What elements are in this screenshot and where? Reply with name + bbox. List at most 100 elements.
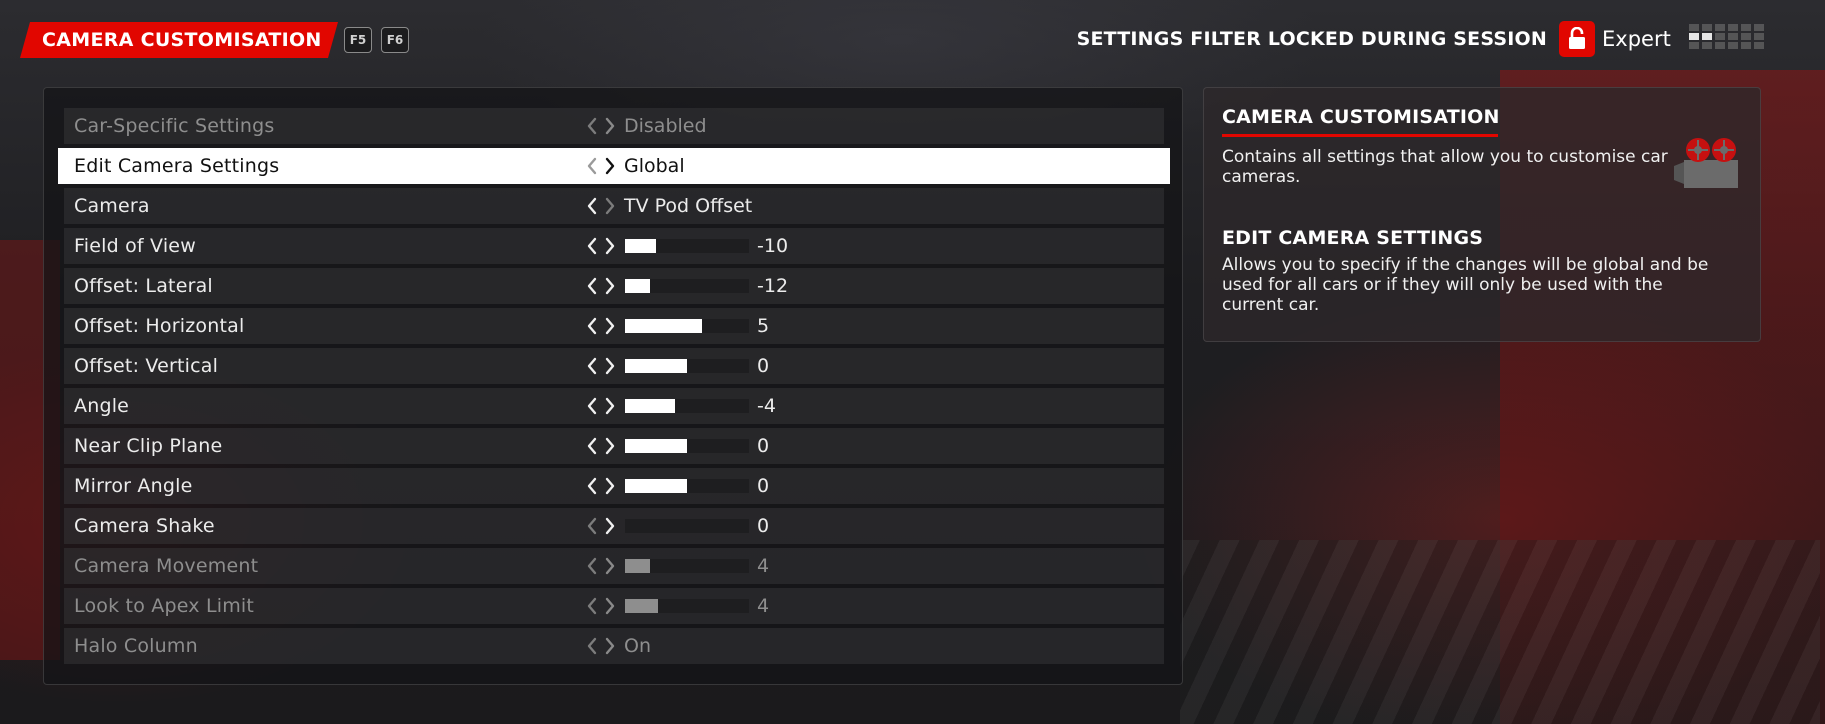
value-stepper[interactable]: [584, 555, 618, 577]
value-stepper[interactable]: [584, 315, 618, 337]
chevron-right-icon[interactable]: [602, 155, 618, 177]
background-car-body: [1180, 540, 1820, 724]
f6-key-hint[interactable]: F6: [381, 27, 409, 53]
setting-value: TV Pod Offset: [624, 195, 753, 217]
value-stepper[interactable]: [584, 115, 618, 137]
setting-row-halo-column[interactable]: Halo Column On: [64, 628, 1164, 664]
chevron-right-icon[interactable]: [602, 635, 618, 657]
camera-icon: [1674, 138, 1738, 188]
value-stepper[interactable]: [584, 355, 618, 377]
slider-track[interactable]: [625, 359, 749, 373]
value-stepper[interactable]: [584, 195, 618, 217]
chevron-left-icon[interactable]: [584, 235, 600, 257]
setting-value: -12: [757, 275, 789, 297]
chevron-left-icon[interactable]: [584, 155, 600, 177]
setting-value: 0: [757, 355, 770, 377]
chevron-left-icon[interactable]: [584, 515, 600, 537]
slider-track[interactable]: [625, 399, 749, 413]
chevron-left-icon[interactable]: [584, 115, 600, 137]
chevron-right-icon[interactable]: [602, 235, 618, 257]
setting-row-offset-horizontal[interactable]: Offset: Horizontal 5: [64, 308, 1164, 344]
chevron-left-icon[interactable]: [584, 635, 600, 657]
setting-value: -10: [757, 235, 789, 257]
page-title: CAMERA CUSTOMISATION: [20, 22, 338, 58]
slider-track[interactable]: [625, 239, 749, 253]
chevron-right-icon[interactable]: [602, 275, 618, 297]
slider-track[interactable]: [625, 599, 749, 613]
chevron-right-icon[interactable]: [602, 355, 618, 377]
slider-fill: [625, 319, 702, 333]
setting-value: 0: [757, 515, 770, 537]
setting-value: 4: [757, 595, 770, 617]
setting-row-look-to-apex-limit[interactable]: Look to Apex Limit 4: [64, 588, 1164, 624]
setting-label: Look to Apex Limit: [74, 595, 255, 617]
setting-row-camera[interactable]: Camera TV Pod Offset: [64, 188, 1164, 224]
setting-row-field-of-view[interactable]: Field of View -10: [64, 228, 1164, 264]
setting-value: 5: [757, 315, 770, 337]
chevron-right-icon[interactable]: [602, 315, 618, 337]
slider-fill: [625, 399, 675, 413]
value-stepper[interactable]: [584, 435, 618, 457]
chevron-right-icon[interactable]: [602, 515, 618, 537]
chevron-right-icon[interactable]: [602, 435, 618, 457]
setting-value: 0: [757, 475, 770, 497]
chevron-left-icon[interactable]: [584, 475, 600, 497]
value-stepper[interactable]: [584, 635, 618, 657]
info-description: Contains all settings that allow you to …: [1222, 147, 1668, 187]
setting-value: 4: [757, 555, 770, 577]
setting-value: 0: [757, 435, 770, 457]
setting-value: Disabled: [624, 115, 707, 137]
value-stepper[interactable]: [584, 155, 618, 177]
setting-row-angle[interactable]: Angle -4: [64, 388, 1164, 424]
chevron-left-icon[interactable]: [584, 435, 600, 457]
setting-row-camera-movement[interactable]: Camera Movement 4: [64, 548, 1164, 584]
slider-track[interactable]: [625, 279, 749, 293]
slider-track[interactable]: [625, 559, 749, 573]
settings-filter-locked-label: SETTINGS FILTER LOCKED DURING SESSION: [1076, 28, 1547, 50]
chevron-left-icon[interactable]: [584, 595, 600, 617]
setting-label: Halo Column: [74, 635, 198, 657]
filter-slots-icon: [1689, 24, 1765, 52]
title-underline: [1222, 134, 1498, 137]
chevron-right-icon[interactable]: [602, 115, 618, 137]
value-stepper[interactable]: [584, 515, 618, 537]
chevron-left-icon[interactable]: [584, 275, 600, 297]
chevron-left-icon[interactable]: [584, 355, 600, 377]
value-stepper[interactable]: [584, 275, 618, 297]
setting-label: Camera Movement: [74, 555, 259, 577]
chevron-left-icon[interactable]: [584, 195, 600, 217]
value-stepper[interactable]: [584, 395, 618, 417]
info-panel: CAMERA CUSTOMISATION Contains all settin…: [1203, 87, 1761, 342]
setting-row-near-clip-plane[interactable]: Near Clip Plane 0: [64, 428, 1164, 464]
slider-fill: [625, 479, 687, 493]
slider-fill: [625, 599, 659, 613]
info-subtitle: EDIT CAMERA SETTINGS: [1222, 227, 1484, 249]
setting-row-camera-shake[interactable]: Camera Shake 0: [64, 508, 1164, 544]
chevron-left-icon[interactable]: [584, 555, 600, 577]
setting-label: Near Clip Plane: [74, 435, 223, 457]
slider-track[interactable]: [625, 479, 749, 493]
chevron-left-icon[interactable]: [584, 395, 600, 417]
setting-label: Camera Shake: [74, 515, 215, 537]
setting-row-edit-camera-settings[interactable]: Edit Camera Settings Global: [58, 148, 1170, 184]
value-stepper[interactable]: [584, 475, 618, 497]
chevron-right-icon[interactable]: [602, 595, 618, 617]
chevron-right-icon[interactable]: [602, 475, 618, 497]
value-stepper[interactable]: [584, 235, 618, 257]
setting-row-mirror-angle[interactable]: Mirror Angle 0: [64, 468, 1164, 504]
setting-label: Edit Camera Settings: [74, 155, 280, 177]
slider-track[interactable]: [625, 439, 749, 453]
chevron-right-icon[interactable]: [602, 555, 618, 577]
value-stepper[interactable]: [584, 595, 618, 617]
slider-track[interactable]: [625, 519, 749, 533]
setting-row-car-specific-settings[interactable]: Car-Specific Settings Disabled: [64, 108, 1164, 144]
chevron-right-icon[interactable]: [602, 195, 618, 217]
setting-row-offset-vertical[interactable]: Offset: Vertical 0: [64, 348, 1164, 384]
slider-track[interactable]: [625, 319, 749, 333]
setting-value: Global: [624, 155, 685, 177]
chevron-left-icon[interactable]: [584, 315, 600, 337]
chevron-right-icon[interactable]: [602, 395, 618, 417]
setting-row-offset-lateral[interactable]: Offset: Lateral -12: [64, 268, 1164, 304]
f5-key-hint[interactable]: F5: [344, 27, 372, 53]
setting-value: -4: [757, 395, 776, 417]
